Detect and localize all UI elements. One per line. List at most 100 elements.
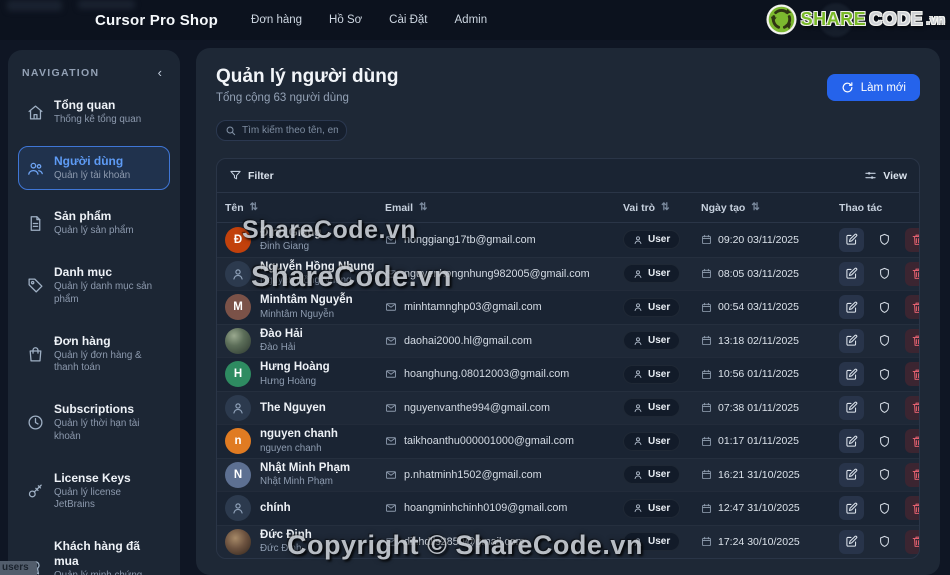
app-root: Cursor Pro Shop Đơn hàng Hồ Sơ Cài Đặt Admi… (0, 0, 950, 575)
sidebar-item-tong-quan[interactable]: Tổng quan Thống kê tổng quan (18, 90, 170, 135)
user-subname: nguyen chanh (260, 442, 322, 454)
mail-icon (385, 469, 397, 481)
users-icon (27, 160, 44, 177)
sidebar-item-don-hang[interactable]: Đơn hàng Quản lý đơn hàng & thanh toán (18, 326, 170, 383)
topnav-item-admin[interactable]: Admin (455, 14, 488, 26)
column-header-role[interactable]: Vai trò ⇅ (623, 202, 701, 214)
search-input[interactable] (242, 125, 338, 136)
role-badge: User (623, 230, 681, 249)
sidebar-item-license-keys[interactable]: License Keys Quản lý license JetBrains (18, 463, 170, 520)
edit-button[interactable] (839, 395, 864, 420)
main-panel: Quản lý người dùng Tổng cộng 63 người dù… (196, 48, 940, 575)
edit-button[interactable] (839, 529, 864, 554)
edit-button[interactable] (839, 227, 864, 252)
person-icon (633, 470, 643, 480)
topnav-item-ho-so[interactable]: Hồ Sơ (329, 14, 362, 26)
user-role-cell: User (623, 364, 701, 385)
calendar-icon (701, 503, 712, 514)
created-date: 13:18 02/11/2025 (718, 334, 799, 347)
user-email-cell: taikhoanthu000001000@gmail.com (385, 435, 623, 447)
edit-button[interactable] (839, 462, 864, 487)
sidebar-item-subscriptions[interactable]: Subscriptions Quản lý thời hạn tài khoản (18, 394, 170, 451)
topnav-item-cai-dat[interactable]: Cài Đặt (389, 14, 427, 26)
shield-button[interactable] (872, 262, 897, 286)
mail-icon (385, 268, 397, 280)
sidebar-item-subtitle: Quản lý đơn hàng & thanh toán (54, 349, 142, 374)
sidebar-item-title: Subscriptions (54, 402, 135, 417)
table-row: The Nguyen nguyenvanthe994@gmail.com Use… (217, 391, 919, 425)
user-role-cell: User (623, 398, 701, 418)
created-date-cell: 16:21 31/10/2025 (701, 469, 829, 481)
edit-button[interactable] (839, 295, 864, 320)
sidebar-item-san-pham[interactable]: Sản phẩm Quản lý sản phẩm (18, 201, 170, 246)
row-actions (829, 328, 919, 353)
shield-button[interactable] (872, 429, 897, 453)
shield-button[interactable] (872, 228, 897, 252)
logo-vn-text: .vn (926, 12, 945, 27)
shield-button[interactable] (872, 295, 897, 319)
sort-icon: ⇅ (249, 201, 259, 213)
view-button[interactable]: View (864, 169, 907, 182)
user-email: daohai2000.hl@gmail.com (404, 334, 533, 347)
table-row: chính hoangminhchinh0109@gmail.com User … (217, 491, 919, 525)
role-label: User (648, 368, 671, 380)
delete-button[interactable] (905, 462, 919, 487)
sidebar-collapse-button[interactable]: ‹ (154, 65, 166, 80)
filter-label: Filter (248, 169, 274, 182)
shield-button[interactable] (872, 496, 897, 520)
delete-button[interactable] (905, 529, 919, 554)
shield-button[interactable] (872, 329, 897, 353)
edit-button[interactable] (839, 261, 864, 286)
user-subname: Đức Đinh (260, 543, 302, 555)
avatar (225, 495, 251, 522)
delete-button[interactable] (905, 496, 919, 521)
brand-title[interactable]: Cursor Pro Shop (95, 12, 218, 29)
delete-button[interactable] (905, 328, 919, 353)
calendar-icon (701, 436, 712, 447)
sliders-icon (864, 169, 877, 182)
edit-button[interactable] (839, 328, 864, 353)
delete-button[interactable] (905, 261, 919, 286)
delete-button[interactable] (905, 295, 919, 320)
sidebar-item-nguoi-dung[interactable]: Người dùng Quản lý tài khoản (18, 145, 170, 191)
shield-button[interactable] (872, 530, 897, 554)
trash-icon (911, 502, 919, 515)
row-actions (829, 395, 919, 420)
sidebar-item-khach-hang-da-mua[interactable]: Khách hàng đã mua Quản lý minh chứng đơn… (18, 531, 170, 575)
sidebar-item-danh-muc[interactable]: Danh mục Quản lý danh mục sản phẩm (18, 257, 170, 314)
edit-button[interactable] (839, 362, 864, 387)
edit-button[interactable] (839, 496, 864, 521)
user-name: chính (260, 502, 291, 515)
sort-icon: ⇅ (751, 201, 760, 213)
bag-icon (27, 346, 44, 363)
edit-icon (845, 301, 858, 314)
avatar: H (225, 361, 251, 388)
person-icon (633, 369, 643, 379)
sort-icon: ⇅ (661, 201, 670, 213)
delete-button[interactable] (905, 429, 919, 454)
delete-button[interactable] (905, 395, 919, 420)
table-toolbar: Filter View (217, 159, 919, 193)
user-name-cell: Nguyễn Hồng Nhung Nguyễn Hồng Nhung (225, 260, 385, 288)
column-header-created[interactable]: Ngày tạo ⇅ (701, 202, 829, 214)
shield-button[interactable] (872, 463, 897, 487)
edit-button[interactable] (839, 429, 864, 454)
user-email: p.nhatminh1502@gmail.com (404, 468, 542, 481)
trash-icon (911, 334, 919, 347)
delete-button[interactable] (905, 227, 919, 252)
topnav-item-don-hang[interactable]: Đơn hàng (251, 14, 302, 26)
trash-icon (911, 401, 919, 414)
column-header-name[interactable]: Tên ⇅ (225, 202, 385, 214)
user-name-cell: The Nguyen (225, 394, 385, 421)
refresh-button[interactable]: Làm mới (826, 74, 920, 101)
filter-button[interactable]: Filter (229, 169, 274, 182)
edit-icon (845, 468, 858, 481)
created-date-cell: 07:38 01/11/2025 (701, 402, 829, 414)
shield-button[interactable] (872, 396, 897, 420)
user-name: Đào Hải (260, 327, 303, 340)
column-header-email[interactable]: Email ⇅ (385, 202, 623, 214)
delete-button[interactable] (905, 362, 919, 387)
shield-icon (878, 233, 891, 246)
trash-icon (911, 435, 919, 448)
shield-button[interactable] (872, 362, 897, 386)
